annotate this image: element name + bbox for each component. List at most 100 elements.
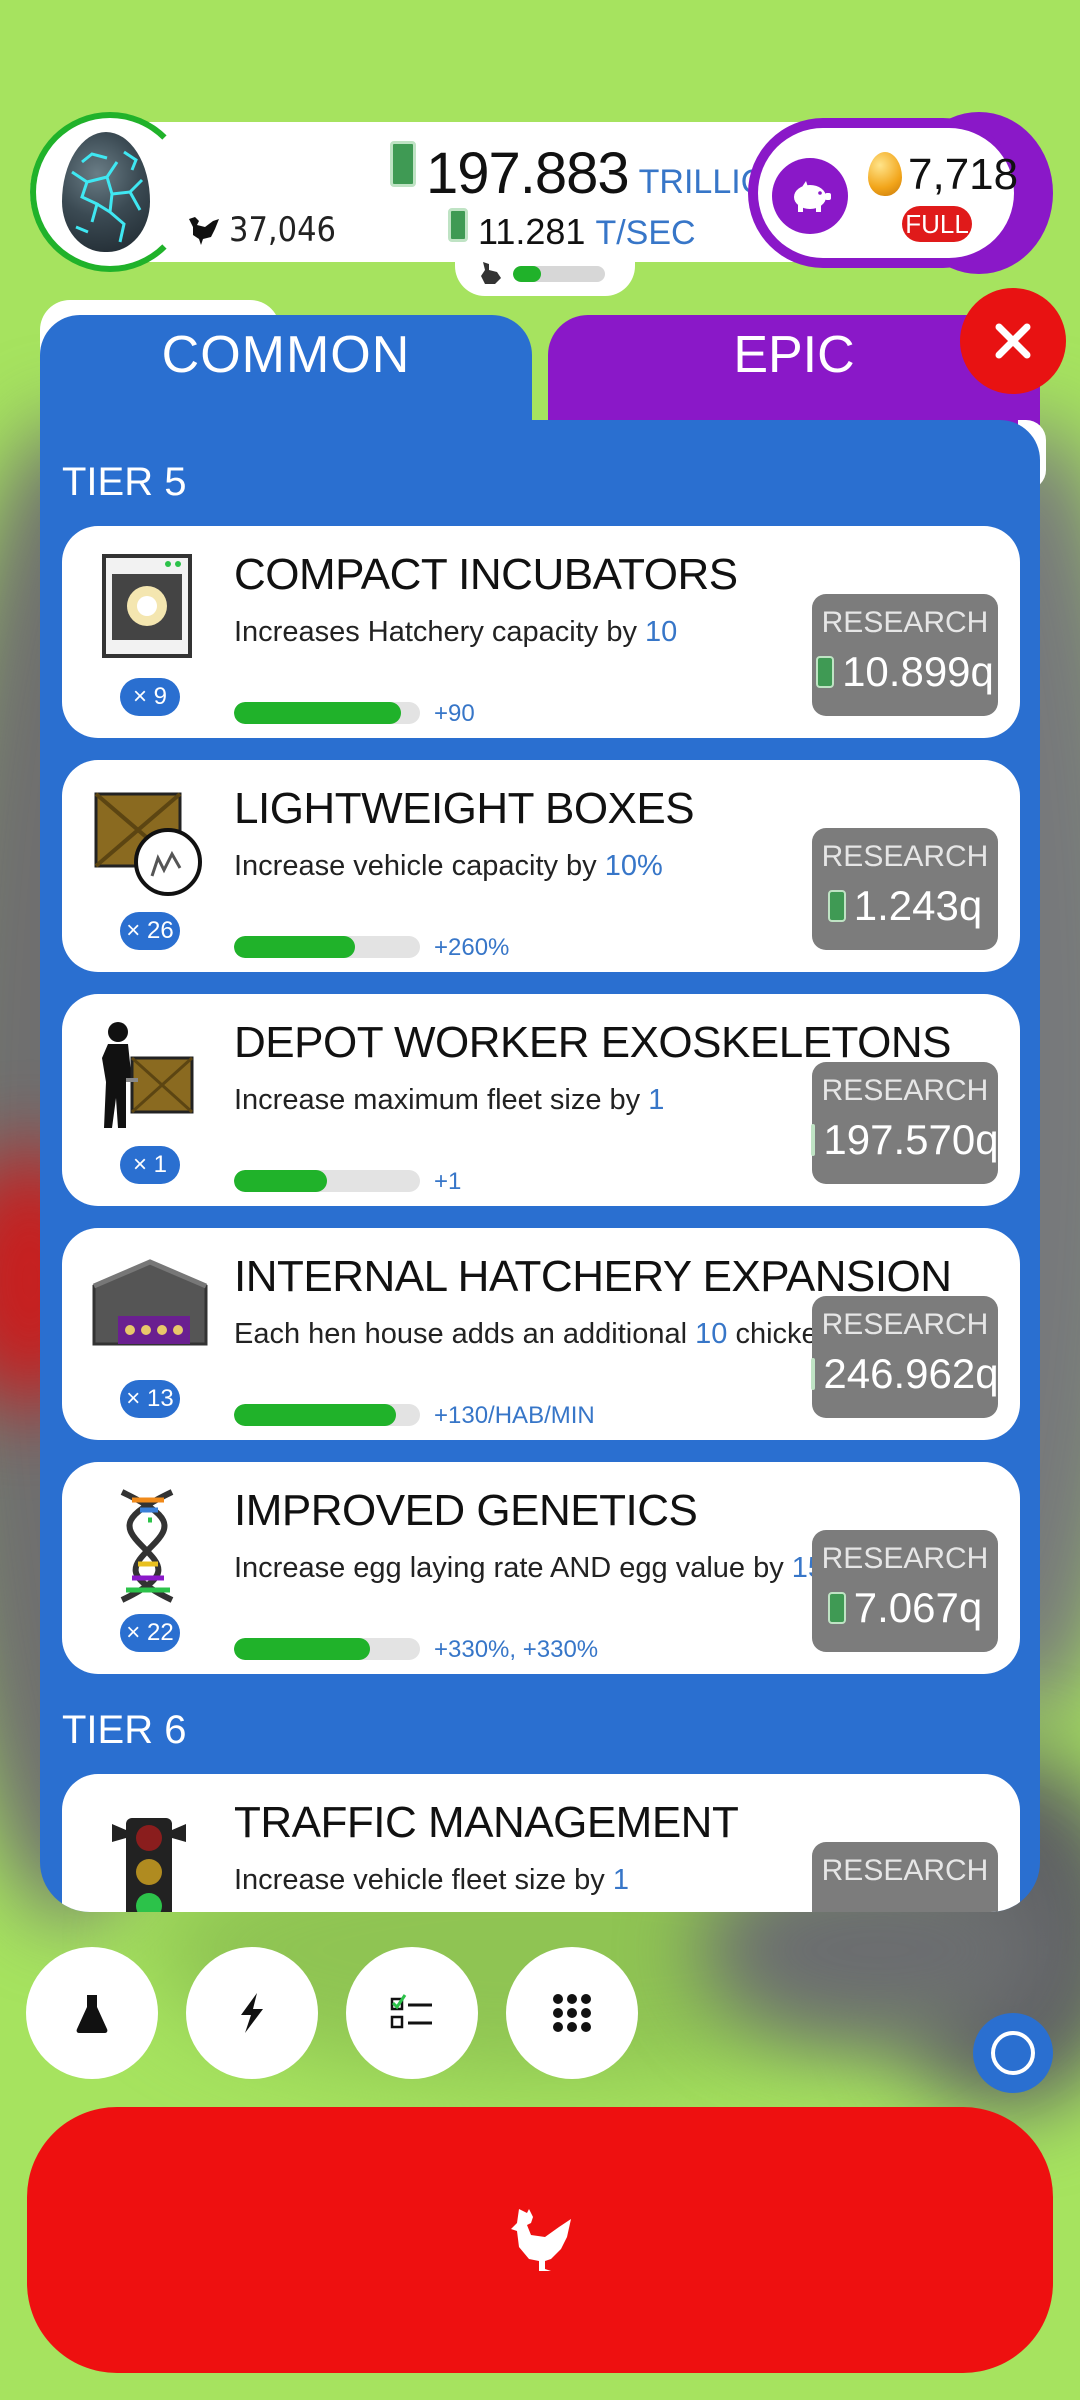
cash-icon: [448, 208, 468, 242]
research-progress-fill: [234, 702, 402, 724]
research-button-label: RESEARCH: [821, 840, 989, 873]
menu-button[interactable]: [506, 1947, 638, 2079]
cash-icon: [811, 1358, 816, 1390]
research-progress-fill: [234, 1170, 327, 1192]
research-button-label: RESEARCH: [821, 1074, 989, 1107]
research-button[interactable]: RESEARCH: [812, 1842, 998, 1912]
cash-icon: [390, 141, 416, 187]
worker-icon: [92, 1018, 202, 1138]
incubator-icon: [92, 550, 202, 670]
research-title: TRAFFIC MANAGEMENT: [234, 1798, 739, 1847]
rate-unit: T/SEC: [595, 214, 696, 252]
research-bonus: +130/HAB/MIN: [434, 1402, 595, 1429]
research-button-label: RESEARCH: [821, 606, 989, 639]
cash-icon: [816, 656, 835, 688]
traffic-light-icon: [92, 1798, 202, 1912]
missions-button[interactable]: [346, 1947, 478, 2079]
research-progress-bar: [234, 1404, 420, 1426]
research-bonus: +90: [434, 700, 475, 727]
hatchery-progress-fill: [513, 266, 541, 282]
menu-grid-icon: [553, 1994, 591, 2032]
cash-icon: [827, 1592, 846, 1624]
research-description: Increase vehicle capacity by 10%: [234, 850, 663, 882]
missions-checklist-icon: [390, 1994, 432, 2029]
research-cost: 1.243q: [812, 882, 998, 930]
research-button[interactable]: RESEARCH 10.899q: [812, 594, 998, 716]
research-bonus: +260%: [434, 934, 510, 961]
research-card-improved-genetics: × 22 IMPROVED GENETICS Increase egg layi…: [62, 1462, 1020, 1674]
research-progress-bar: [234, 1638, 420, 1660]
research-progress-bar: [234, 1170, 420, 1192]
research-level-badge: × 1: [120, 1146, 180, 1184]
research-button[interactable]: RESEARCH 1.243q: [812, 828, 998, 950]
research-card-lightweight-boxes: × 26 LIGHTWEIGHT BOXES Increase vehicle …: [62, 760, 1020, 972]
circle-icon: [991, 2031, 1035, 2075]
research-button-label: RESEARCH: [821, 1854, 989, 1887]
close-icon: [995, 323, 1031, 359]
research-bonus: +330%, +330%: [434, 1636, 599, 1663]
close-button[interactable]: [960, 288, 1066, 394]
research-button-main[interactable]: [26, 1947, 158, 2079]
research-progress-fill: [234, 936, 355, 958]
boost-lightning-icon: [241, 1993, 263, 2033]
golden-egg-count: 7,718: [908, 150, 1019, 199]
piggy-full-badge: FULL: [902, 206, 972, 242]
research-title: IMPROVED GENETICS: [234, 1486, 698, 1535]
research-level-badge: × 13: [120, 1380, 180, 1418]
earning-rate: 11.281 T/SEC: [448, 208, 696, 253]
research-bonus: +1: [434, 1168, 462, 1195]
hen-house-icon: [92, 1252, 208, 1372]
research-title: DEPOT WORKER EXOSKELETONS: [234, 1018, 951, 1067]
research-button[interactable]: RESEARCH 197.570q: [811, 1062, 999, 1184]
research-panel[interactable]: TIER 5 × 9 COMPACT INCUBATORS Increases …: [40, 420, 1040, 1912]
research-title: LIGHTWEIGHT BOXES: [234, 784, 695, 833]
research-button-label: RESEARCH: [821, 1308, 989, 1341]
research-level-badge: × 26: [120, 912, 180, 950]
help-button[interactable]: [973, 2013, 1053, 2093]
rate-amount: 11.281: [478, 211, 586, 252]
research-progress-fill: [234, 1404, 396, 1426]
research-description: Increase vehicle fleet size by 1: [234, 1864, 629, 1896]
research-card-depot-worker-exoskeletons: × 1 DEPOT WORKER EXOSKELETONS Increase m…: [62, 994, 1020, 1206]
research-cost: 10.899q: [812, 648, 998, 696]
research-card-traffic-management: TRAFFIC MANAGEMENT Increase vehicle flee…: [62, 1774, 1020, 1912]
chicken-icon: [511, 2209, 571, 2271]
cash-icon: [827, 890, 846, 922]
research-cost: 7.067q: [812, 1584, 998, 1632]
hatch-chicken-button[interactable]: [27, 2107, 1053, 2373]
chicken-count: 37,046: [185, 210, 336, 250]
hen-icon: [481, 262, 501, 284]
box-scale-icon: [92, 784, 202, 904]
hatchery-progress-bar: [513, 266, 605, 282]
hatchery-capacity: [455, 252, 635, 296]
research-description: Increase maximum fleet size by 1: [234, 1084, 665, 1116]
research-description: Increases Hatchery capacity by 10: [234, 616, 678, 648]
tier-label: TIER 6: [62, 1708, 187, 1752]
cash-display: 197.883 TRILLION: [390, 140, 792, 207]
current-egg-icon[interactable]: [62, 132, 150, 252]
golden-egg-icon: [868, 152, 902, 196]
research-card-internal-hatchery-expansion: × 13 INTERNAL HATCHERY EXPANSION Each he…: [62, 1228, 1020, 1440]
research-button[interactable]: RESEARCH 7.067q: [812, 1530, 998, 1652]
chicken-icon: [189, 217, 219, 245]
research-level-badge: × 22: [120, 1614, 180, 1652]
research-title: COMPACT INCUBATORS: [234, 550, 738, 599]
tab-common-label: COMMON: [161, 326, 411, 384]
research-progress-fill: [234, 1638, 370, 1660]
piggy-bank-icon: [794, 181, 831, 212]
piggy-bank-button[interactable]: [772, 158, 848, 234]
research-level-badge: × 9: [120, 678, 180, 716]
research-button[interactable]: RESEARCH 246.962q: [811, 1296, 999, 1418]
research-progress-bar: [234, 936, 420, 958]
dna-icon: [92, 1486, 202, 1606]
boost-button[interactable]: [186, 1947, 318, 2079]
research-cost: 197.570q: [811, 1116, 999, 1164]
research-button-label: RESEARCH: [821, 1542, 989, 1575]
chicken-count-value: 37,046: [229, 210, 336, 250]
tab-epic-label: EPIC: [733, 326, 855, 384]
research-description: Each hen house adds an additional 10 chi…: [234, 1318, 903, 1350]
research-description: Increase egg laying rate AND egg value b…: [234, 1552, 850, 1584]
research-title: INTERNAL HATCHERY EXPANSION: [234, 1252, 952, 1301]
cash-amount: 197.883: [426, 141, 630, 206]
tier-label: TIER 5: [62, 460, 187, 504]
